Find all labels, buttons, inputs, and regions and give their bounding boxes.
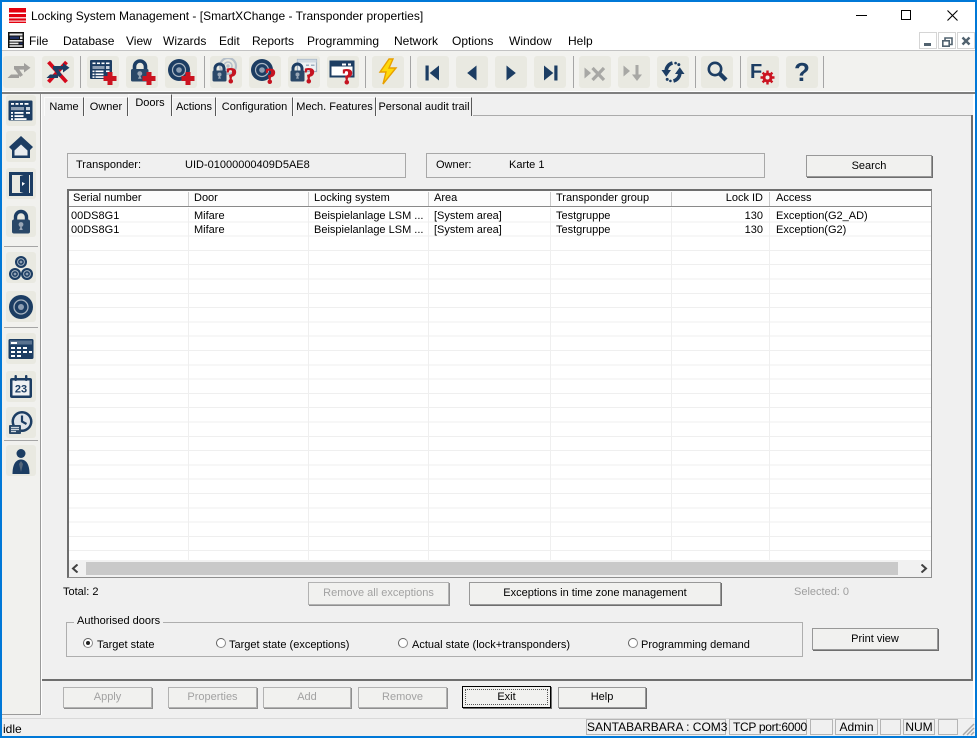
svg-text:23: 23 [15, 383, 27, 395]
svg-text:?: ? [342, 64, 353, 86]
svg-text:F: F [750, 61, 762, 83]
svg-text:?: ? [304, 63, 315, 86]
svg-text:?: ? [226, 63, 237, 86]
svg-text:?: ? [794, 59, 810, 85]
svg-text:?: ? [265, 64, 276, 87]
